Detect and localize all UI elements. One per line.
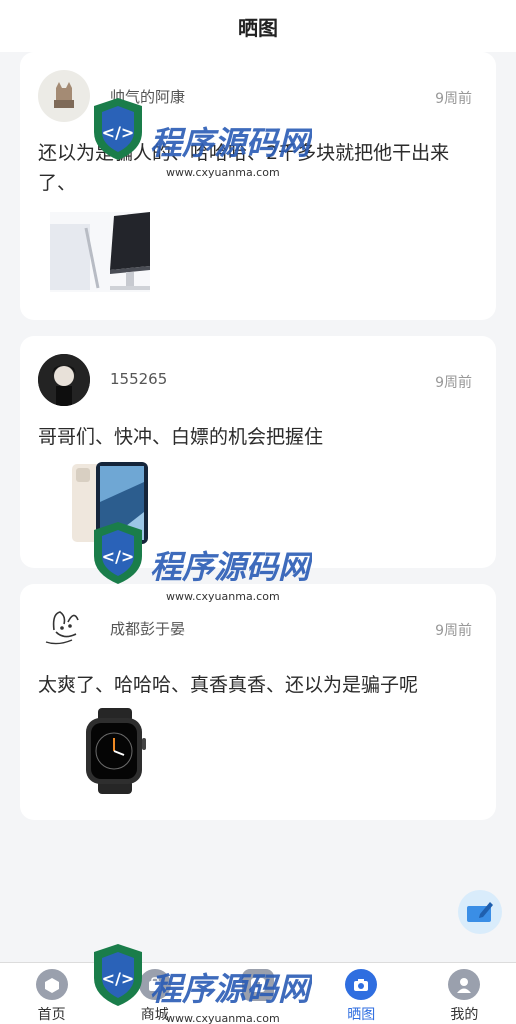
header: 晒图	[0, 0, 516, 52]
post-image[interactable]	[68, 462, 168, 546]
username[interactable]: 155265	[110, 370, 167, 388]
bottom-tab-bar: 首页 商城 晒图 我的	[0, 962, 516, 1024]
post-text: 还以为是骗人的、哈哈哈、2千多块就把他干出来了、	[38, 142, 450, 194]
new-post-button[interactable]	[458, 890, 502, 934]
timestamp: 9周前	[435, 375, 472, 391]
post-card[interactable]: 155265 9周前 哥哥们、快冲、白嫖的机会把握住	[20, 336, 496, 568]
page: 晒图 帅气的阿康 9周前 还以为是骗人的、哈哈哈、2千多块就把他干出来了、 15…	[0, 0, 516, 1024]
edit-icon	[467, 902, 493, 922]
post-image[interactable]	[50, 212, 150, 292]
post-text: 哥哥们、快冲、白嫖的机会把握住	[38, 426, 324, 448]
anime-avatar-icon	[38, 354, 90, 406]
tab-profile[interactable]: 我的	[413, 963, 516, 1024]
tab-label: 商城	[140, 1007, 169, 1023]
avatar[interactable]	[38, 354, 90, 406]
tab-message[interactable]	[206, 963, 309, 1024]
post-text: 太爽了、哈哈哈、真香真香、还以为是骗子呢	[38, 674, 419, 696]
post-header: 帅气的阿康 9周前	[38, 70, 472, 122]
dog-sketch-avatar-icon	[45, 611, 79, 645]
camera-icon	[345, 969, 378, 1000]
cat-sketch-avatar-icon	[54, 82, 74, 108]
tab-home[interactable]: 首页	[0, 963, 103, 1024]
monitor-photo	[50, 212, 150, 292]
post-card[interactable]: 成都彭于晏 9周前 太爽了、哈哈哈、真香真香、还以为是骗子呢	[20, 584, 496, 820]
post-image[interactable]	[80, 708, 150, 794]
tab-label: 晒图	[347, 1007, 376, 1023]
home-icon	[35, 969, 68, 1000]
page-title: 晒图	[238, 15, 278, 40]
shop-icon	[138, 969, 171, 1000]
avatar[interactable]	[38, 70, 90, 122]
phone-photo	[68, 462, 168, 546]
post-header: 155265 9周前	[38, 354, 472, 406]
tab-shop[interactable]: 商城	[103, 963, 206, 1024]
message-icon	[242, 969, 274, 1001]
watch-photo	[86, 708, 146, 794]
timestamp: 9周前	[435, 623, 472, 639]
timestamp: 9周前	[435, 91, 472, 107]
post-card[interactable]: 帅气的阿康 9周前 还以为是骗人的、哈哈哈、2千多块就把他干出来了、	[20, 52, 496, 320]
username[interactable]: 帅气的阿康	[110, 86, 185, 107]
tab-label: 我的	[450, 1007, 479, 1023]
user-icon	[448, 969, 481, 1000]
username[interactable]: 成都彭于晏	[110, 618, 185, 639]
avatar[interactable]	[38, 602, 90, 654]
post-header: 成都彭于晏 9周前	[38, 602, 472, 654]
tab-label: 首页	[37, 1007, 66, 1023]
tab-gallery[interactable]: 晒图	[310, 963, 413, 1024]
